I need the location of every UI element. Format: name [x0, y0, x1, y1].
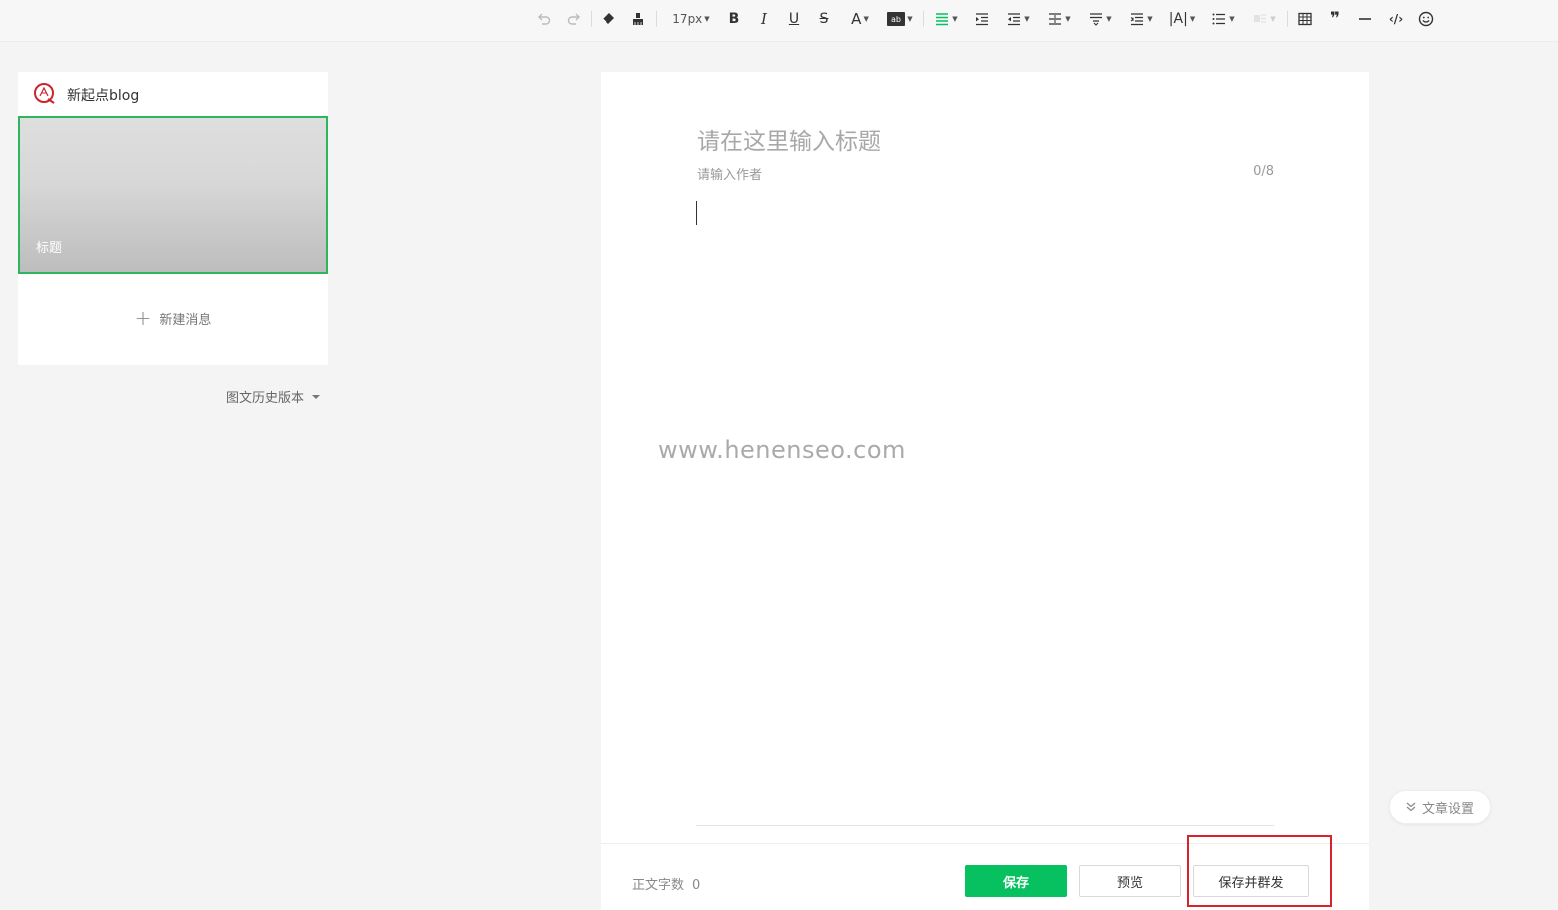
caret-down-icon [312, 394, 321, 399]
article-list-panel: 新起点blog 标题 + 新建消息 [18, 72, 328, 365]
new-message-button[interactable]: + 新建消息 [18, 308, 328, 328]
divider-icon[interactable] [1356, 8, 1374, 30]
svg-text:ab: ab [891, 15, 901, 24]
letter-spacing-icon[interactable]: |A| ▼ [1167, 8, 1197, 30]
author-input[interactable]: 请输入作者 [697, 164, 762, 183]
bold-icon[interactable]: B [726, 8, 742, 30]
preview-button[interactable]: 预览 [1079, 865, 1181, 897]
align-icon[interactable]: ▼ [932, 8, 960, 30]
editor-toolbar: 17px ▼ B I U S A ▼ ab ▼ ▼ ▼ ▼ ▼ ▼ |A| ▼ ▼ ▼ … [0, 0, 1558, 42]
editor-panel: 请在这里输入标题 请输入作者 0/8 www.henenseo.com 正文字数… [601, 72, 1369, 910]
toolbar-divider [591, 11, 592, 27]
chevron-down-icon: ▼ [704, 15, 710, 23]
font-size-value: 17px [672, 12, 703, 26]
account-logo-icon [34, 83, 55, 104]
title-input[interactable]: 请在这里输入标题 [697, 122, 881, 156]
word-count: 正文字数 0 [632, 874, 700, 893]
content-divider [696, 825, 1274, 826]
redo-icon[interactable] [565, 8, 583, 30]
toolbar-divider [1287, 11, 1288, 27]
plus-icon: + [134, 306, 152, 330]
eraser-icon[interactable] [599, 8, 617, 30]
article-cover-card[interactable]: 标题 [18, 116, 328, 274]
word-count-value: 0 [692, 878, 701, 893]
background-color-icon[interactable]: ab ▼ [886, 8, 914, 30]
text-cursor [696, 201, 697, 225]
paragraph-spacing-after-icon[interactable]: ▼ [1126, 8, 1156, 30]
font-size-select[interactable]: 17px ▼ [668, 8, 714, 30]
format-brush-icon[interactable] [629, 8, 647, 30]
table-icon[interactable] [1296, 8, 1314, 30]
underline-icon[interactable]: U [786, 8, 802, 30]
code-icon[interactable]: ‹/› [1386, 8, 1406, 30]
italic-icon[interactable]: I [756, 8, 772, 30]
undo-icon[interactable] [535, 8, 553, 30]
history-version-dropdown[interactable]: 图文历史版本 [226, 387, 321, 406]
article-settings-label: 文章设置 [1421, 801, 1474, 817]
account-name: 新起点blog [67, 88, 140, 104]
watermark: www.henenseo.com [658, 436, 906, 464]
list-icon[interactable]: ▼ [1208, 8, 1238, 30]
emoji-icon[interactable] [1417, 8, 1435, 30]
history-version-label: 图文历史版本 [226, 391, 305, 406]
article-settings-button[interactable]: 文章设置 [1389, 790, 1491, 824]
toolbar-divider [923, 11, 924, 27]
outdent-icon[interactable]: ▼ [1003, 8, 1033, 30]
quote-icon[interactable]: ❞ [1326, 8, 1344, 30]
highlight-annotation-box [1187, 835, 1332, 907]
cover-title: 标题 [36, 241, 63, 256]
disabled-format-icon: ▼ [1249, 8, 1279, 30]
account-header: 新起点blog [18, 72, 328, 116]
line-height-icon[interactable]: ▼ [1044, 8, 1074, 30]
indent-icon[interactable] [973, 8, 991, 30]
word-count-label: 正文字数 [632, 878, 685, 893]
double-chevron-down-icon [1406, 802, 1416, 812]
paragraph-spacing-before-icon[interactable]: ▼ [1085, 8, 1115, 30]
strikethrough-icon[interactable]: S [816, 8, 832, 30]
toolbar-divider [656, 11, 657, 27]
font-color-icon[interactable]: A ▼ [846, 8, 874, 30]
save-button[interactable]: 保存 [965, 865, 1067, 897]
new-message-label: 新建消息 [159, 312, 212, 328]
author-char-count: 0/8 [1253, 164, 1274, 179]
